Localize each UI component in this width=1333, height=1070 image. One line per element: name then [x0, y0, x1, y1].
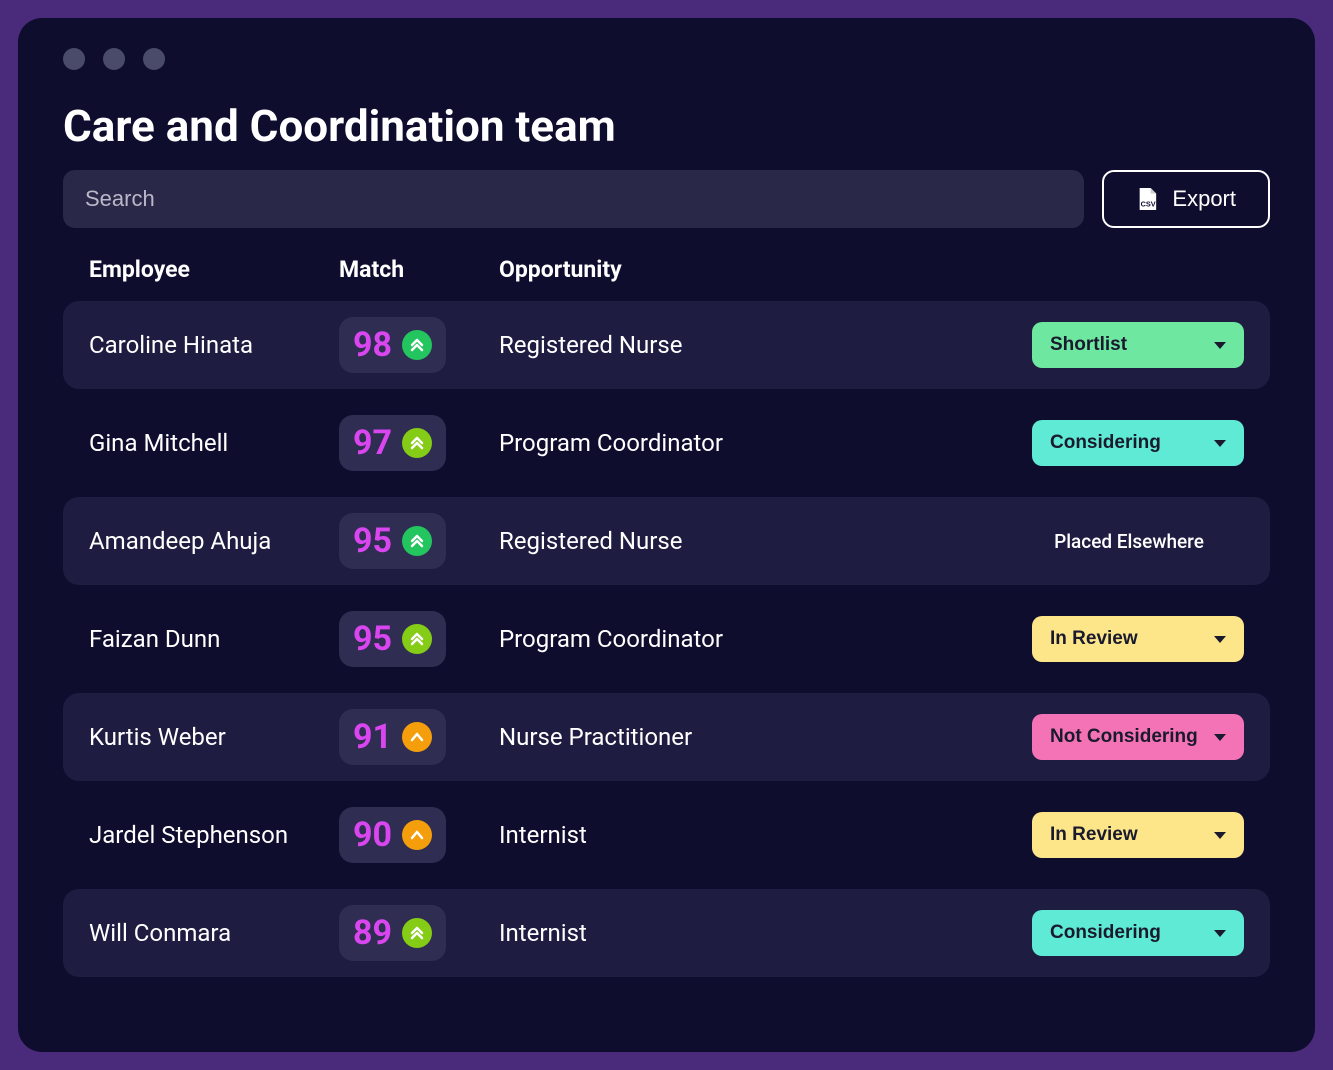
chevron-up-icon — [402, 820, 432, 850]
match-pill: 97 — [339, 415, 446, 471]
match-score: 91 — [353, 717, 392, 757]
match-score: 95 — [353, 619, 392, 659]
match-pill: 91 — [339, 709, 446, 765]
match-pill: 98 — [339, 317, 446, 373]
status-label: Shortlist — [1050, 334, 1127, 356]
table-row: Jardel Stephenson 90 Internist In Review — [63, 791, 1270, 879]
status-dropdown[interactable]: Not Considering — [1032, 714, 1244, 760]
opportunity-label: Registered Nurse — [499, 527, 1014, 555]
double-chevron-up-icon — [402, 330, 432, 360]
employee-name: Caroline Hinata — [89, 331, 339, 359]
svg-text:CSV: CSV — [1141, 199, 1156, 208]
status-label: In Review — [1050, 824, 1138, 846]
search-input[interactable] — [63, 170, 1084, 228]
match-score: 89 — [353, 913, 392, 953]
double-chevron-up-icon — [402, 624, 432, 654]
toolbar: CSV Export — [63, 170, 1270, 228]
window-dot[interactable] — [103, 48, 125, 70]
app-window: Care and Coordination team CSV Export Em… — [18, 18, 1315, 1052]
status-dropdown[interactable]: Shortlist — [1032, 322, 1244, 368]
table-row: Gina Mitchell 97 Program Coordinator Consid… — [63, 399, 1270, 487]
window-dot[interactable] — [63, 48, 85, 70]
match-score: 97 — [353, 423, 392, 463]
employee-name: Gina Mitchell — [89, 429, 339, 457]
status-text: Placed Elsewhere — [1014, 530, 1244, 553]
table-row: Will Conmara 89 Internist Considering — [63, 889, 1270, 977]
table-row: Kurtis Weber 91 Nurse Practitioner Not Cons… — [63, 693, 1270, 781]
chevron-down-icon — [1214, 342, 1226, 349]
opportunity-label: Program Coordinator — [499, 429, 1014, 457]
opportunity-label: Nurse Practitioner — [499, 723, 1014, 751]
employee-name: Jardel Stephenson — [89, 821, 339, 849]
chevron-down-icon — [1214, 440, 1226, 447]
export-button[interactable]: CSV Export — [1102, 170, 1270, 228]
employee-name: Faizan Dunn — [89, 625, 339, 653]
match-pill: 95 — [339, 611, 446, 667]
chevron-down-icon — [1214, 930, 1226, 937]
double-chevron-up-icon — [402, 526, 432, 556]
opportunity-label: Registered Nurse — [499, 331, 1014, 359]
chevron-down-icon — [1214, 734, 1226, 741]
match-score: 98 — [353, 325, 392, 365]
csv-file-icon: CSV — [1136, 186, 1158, 212]
status-label: In Review — [1050, 628, 1138, 650]
employee-name: Kurtis Weber — [89, 723, 339, 751]
employee-name: Amandeep Ahuja — [89, 527, 339, 555]
table-header: Employee Match Opportunity — [63, 256, 1270, 301]
match-score: 90 — [353, 815, 392, 855]
status-label: Considering — [1050, 432, 1161, 454]
col-match: Match — [339, 256, 499, 283]
match-score: 95 — [353, 521, 392, 561]
opportunity-label: Internist — [499, 919, 1014, 947]
status-dropdown[interactable]: In Review — [1032, 616, 1244, 662]
page-title: Care and Coordination team — [63, 100, 1270, 152]
status-dropdown[interactable]: Considering — [1032, 420, 1244, 466]
chevron-down-icon — [1214, 832, 1226, 839]
col-employee: Employee — [89, 256, 339, 283]
status-label: Not Considering — [1050, 726, 1198, 748]
employee-name: Will Conmara — [89, 919, 339, 947]
status-label: Considering — [1050, 922, 1161, 944]
double-chevron-up-icon — [402, 918, 432, 948]
export-label: Export — [1172, 186, 1236, 212]
col-opportunity: Opportunity — [499, 256, 1014, 283]
status-dropdown[interactable]: Considering — [1032, 910, 1244, 956]
match-pill: 90 — [339, 807, 446, 863]
table-row: Amandeep Ahuja 95 Registered NursePlaced E… — [63, 497, 1270, 585]
match-pill: 95 — [339, 513, 446, 569]
table-row: Caroline Hinata 98 Registered Nurse Shortli… — [63, 301, 1270, 389]
opportunity-label: Program Coordinator — [499, 625, 1014, 653]
table-row: Faizan Dunn 95 Program Coordinator In Revie… — [63, 595, 1270, 683]
window-controls — [63, 48, 1270, 70]
double-chevron-up-icon — [402, 428, 432, 458]
employee-table: Employee Match Opportunity Caroline Hina… — [63, 256, 1270, 977]
status-dropdown[interactable]: In Review — [1032, 812, 1244, 858]
chevron-up-icon — [402, 722, 432, 752]
table-body: Caroline Hinata 98 Registered Nurse Shortli… — [63, 301, 1270, 977]
match-pill: 89 — [339, 905, 446, 961]
chevron-down-icon — [1214, 636, 1226, 643]
window-dot[interactable] — [143, 48, 165, 70]
opportunity-label: Internist — [499, 821, 1014, 849]
